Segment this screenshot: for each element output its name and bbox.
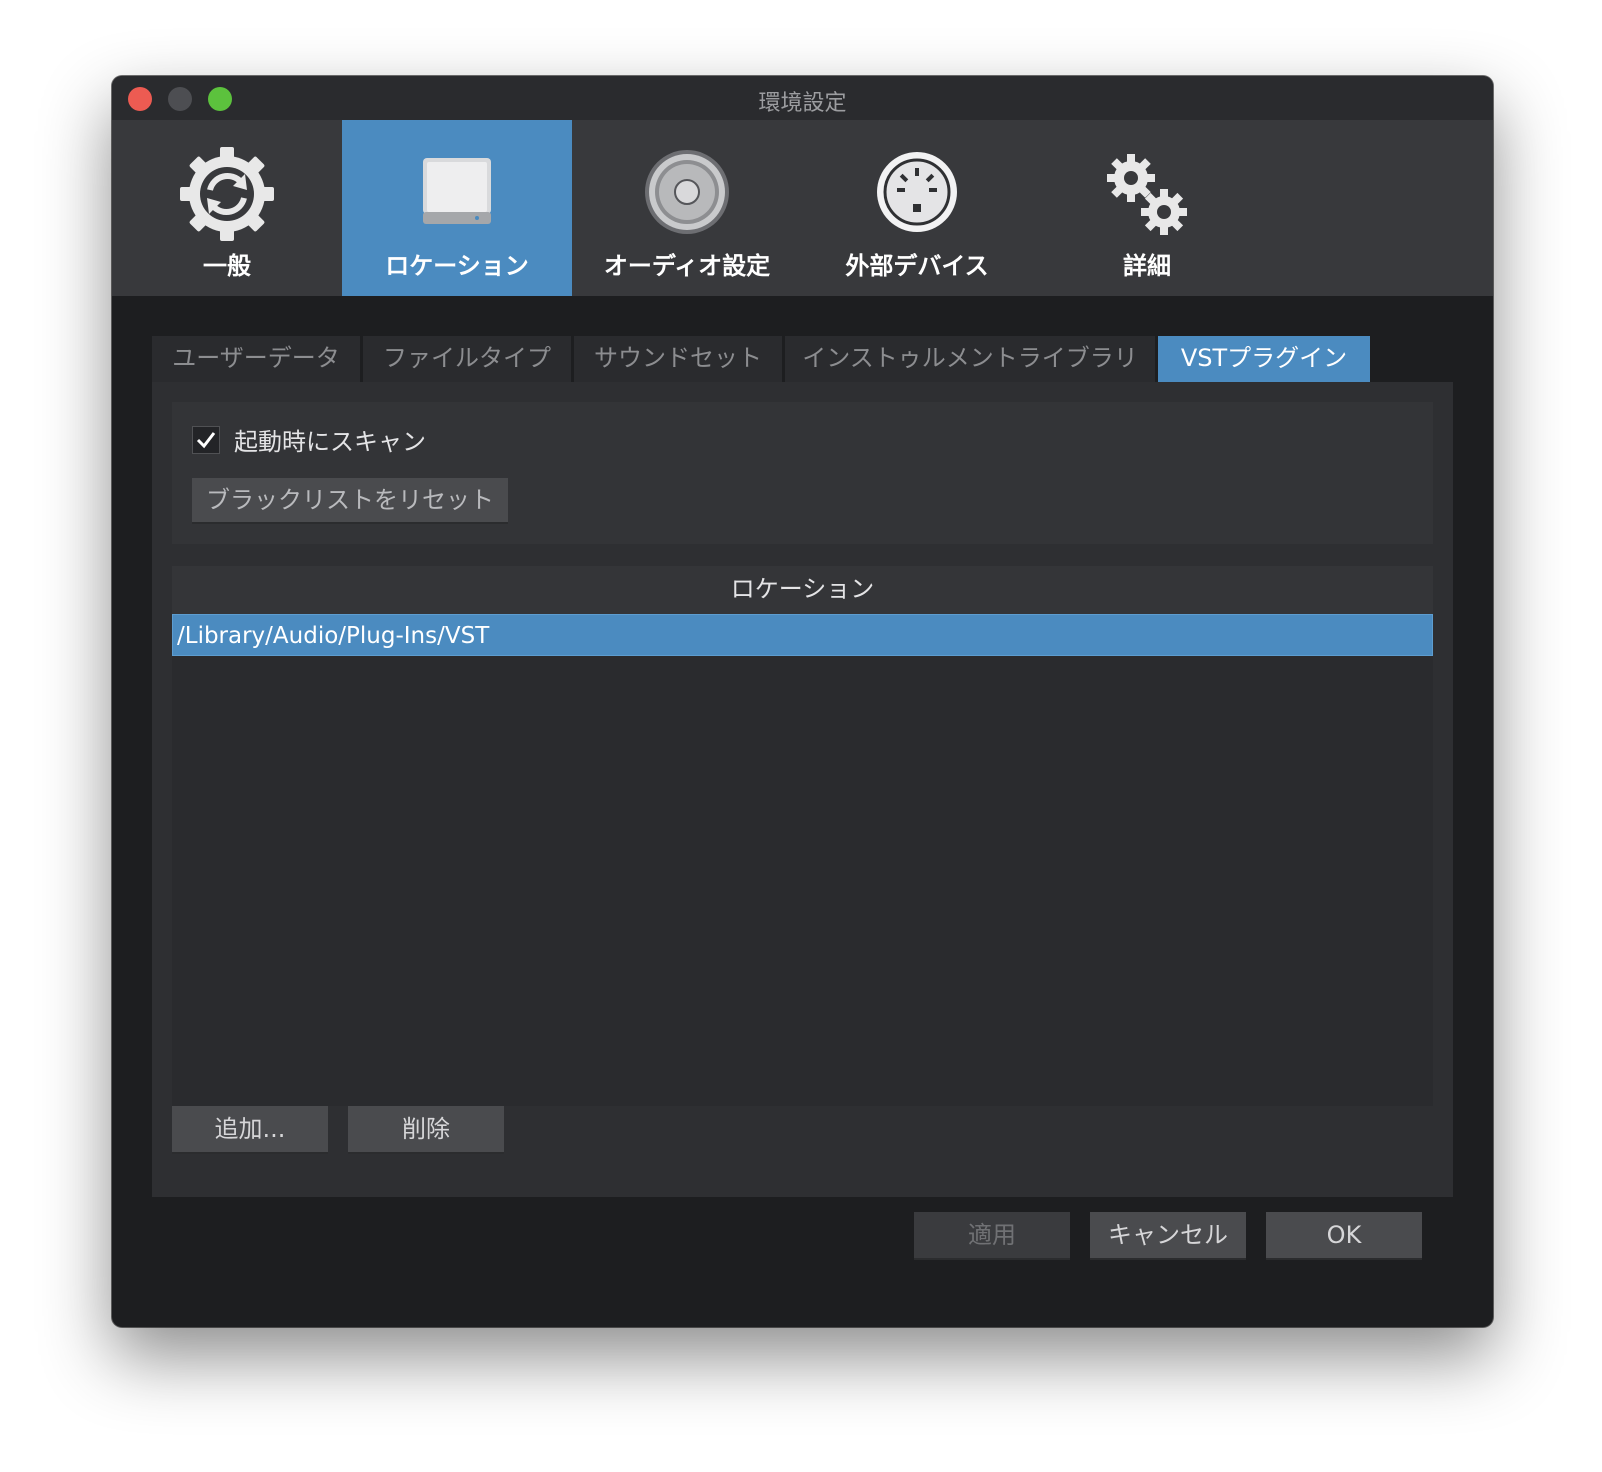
checkmark-icon bbox=[196, 432, 216, 449]
tab-vst-plugins[interactable]: VSTプラグイン bbox=[1158, 336, 1370, 382]
window-title: 環境設定 bbox=[758, 91, 847, 116]
toolbar-item-location[interactable]: ロケーション bbox=[342, 120, 572, 296]
toolbar-item-external-devices[interactable]: 外部デバイス bbox=[802, 120, 1032, 296]
title-bar: 環境設定 bbox=[112, 76, 1493, 120]
sync-gear-icon bbox=[177, 144, 277, 244]
tab-user-data[interactable]: ユーザーデータ bbox=[152, 336, 360, 382]
tab-sound-sets[interactable]: サウンドセット bbox=[574, 336, 782, 382]
toolbar-item-label: 一般 bbox=[203, 252, 251, 280]
remove-location-button[interactable]: 削除 bbox=[348, 1106, 504, 1154]
preferences-window: 環境設定 一般 ロケーション オーディオ設定 外部デバイス 詳細 ユーザーデータ… bbox=[112, 76, 1493, 1327]
ok-button[interactable]: OK bbox=[1266, 1212, 1422, 1260]
gears-icon bbox=[1097, 144, 1197, 244]
location-list: ロケーション /Library/Audio/Plug-Ins/VST bbox=[172, 566, 1433, 1106]
toolbar-item-general[interactable]: 一般 bbox=[112, 120, 342, 296]
cancel-button[interactable]: キャンセル bbox=[1090, 1212, 1246, 1260]
toolbar-item-advanced[interactable]: 詳細 bbox=[1032, 120, 1262, 296]
toolbar-item-label: 外部デバイス bbox=[845, 252, 989, 280]
scan-on-startup-checkbox[interactable] bbox=[192, 426, 220, 454]
speaker-icon bbox=[637, 144, 737, 244]
location-column-header[interactable]: ロケーション bbox=[172, 566, 1433, 614]
reset-blacklist-button[interactable]: ブラックリストをリセット bbox=[192, 478, 508, 524]
hard-drive-icon bbox=[407, 144, 507, 244]
midi-port-icon bbox=[867, 144, 967, 244]
list-item[interactable]: /Library/Audio/Plug-Ins/VST bbox=[172, 614, 1433, 656]
location-list-body: /Library/Audio/Plug-Ins/VST bbox=[172, 614, 1433, 1106]
tab-file-types[interactable]: ファイルタイプ bbox=[363, 336, 571, 382]
tab-instrument-library[interactable]: インストゥルメントライブラリ bbox=[785, 336, 1155, 382]
scan-on-startup-label: 起動時にスキャン bbox=[234, 428, 426, 456]
toolbar-item-label: オーディオ設定 bbox=[603, 252, 771, 280]
apply-button[interactable]: 適用 bbox=[914, 1212, 1070, 1260]
toolbar-item-audio[interactable]: オーディオ設定 bbox=[572, 120, 802, 296]
add-location-button[interactable]: 追加... bbox=[172, 1106, 328, 1154]
preferences-toolbar: 一般 ロケーション オーディオ設定 外部デバイス 詳細 bbox=[112, 120, 1493, 296]
toolbar-item-label: ロケーション bbox=[385, 252, 529, 280]
toolbar-item-label: 詳細 bbox=[1123, 252, 1171, 280]
